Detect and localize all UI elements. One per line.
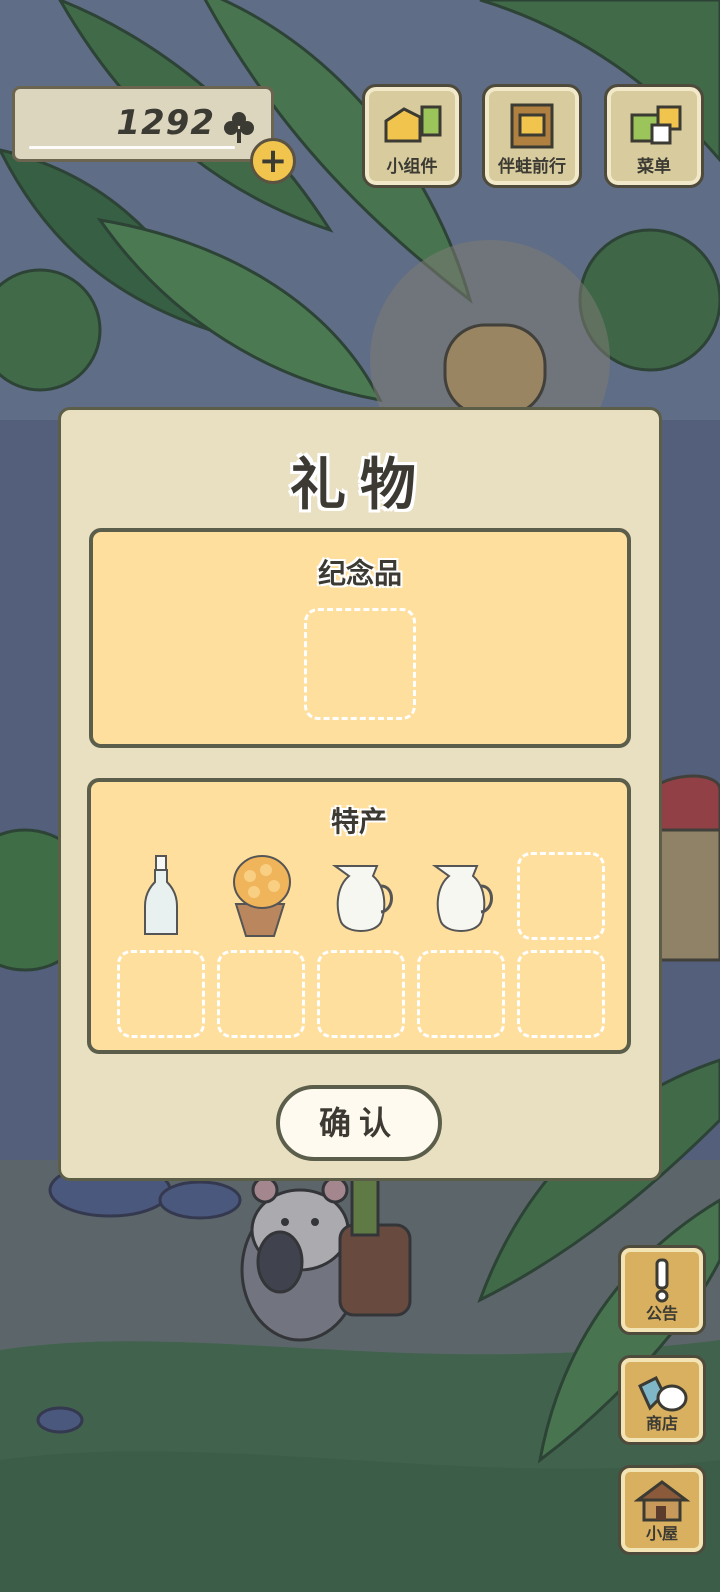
exclamation-icon [655,1258,669,1303]
specialty-slot-empty[interactable] [217,950,305,1038]
menu-label: 菜单 [637,157,671,177]
souvenir-panel: 纪念品 [89,528,631,748]
frog-journey-label: 伴蛙前行 [498,157,566,177]
gift-dialog: 礼物 纪念品 特产 [58,407,662,1181]
widget-label: 小组件 [386,157,438,177]
add-clover-button[interactable]: + [250,138,296,184]
shop-label: 商店 [645,1414,678,1433]
specialty-slot-empty[interactable] [417,950,505,1038]
souvenir-label: 纪念品 [317,557,402,590]
counter-underline [29,146,235,149]
specialty-item-corn-snack[interactable] [217,852,305,940]
clover-counter: 1292 [12,86,274,162]
frog-journey-button[interactable]: 伴蛙前行 [482,84,582,188]
shop-bags-icon [638,1375,688,1412]
specialty-panel: 特产 [87,778,631,1054]
house-icon [634,1480,690,1522]
specialty-slot-empty[interactable] [517,852,605,940]
souvenir-slot-empty[interactable] [304,608,416,720]
menu-button[interactable]: 菜单 [604,84,704,188]
milk-jug-icon [431,865,493,932]
clover-icon [224,112,254,143]
widget-button[interactable]: 小组件 [362,84,462,188]
photo-book-icon [510,103,554,149]
specialty-slot-empty[interactable] [317,950,405,1038]
notice-label: 公告 [645,1304,678,1323]
specialty-item-milk-jug[interactable] [417,852,505,940]
widget-icon [384,105,442,143]
hut-button[interactable]: 小屋 [618,1465,706,1555]
hut-label: 小屋 [645,1524,678,1543]
specialty-slot-empty[interactable] [517,950,605,1038]
specialty-item-milk-jug[interactable] [317,852,405,940]
specialty-item-bottle[interactable] [117,852,205,940]
dialog-title: 礼物 [290,453,430,518]
plus-icon: + [258,141,288,181]
confirm-button[interactable]: 确认 [276,1085,442,1161]
corn-snack-icon [233,855,291,937]
notice-button[interactable]: 公告 [618,1245,706,1335]
specialty-slot-empty[interactable] [117,950,205,1038]
milk-jug-icon [331,865,393,932]
bottle-icon [144,855,178,935]
clover-count: 1292 [116,103,215,143]
menu-cards-icon [630,105,682,145]
specialty-label: 特产 [330,805,387,838]
shop-button[interactable]: 商店 [618,1355,706,1445]
